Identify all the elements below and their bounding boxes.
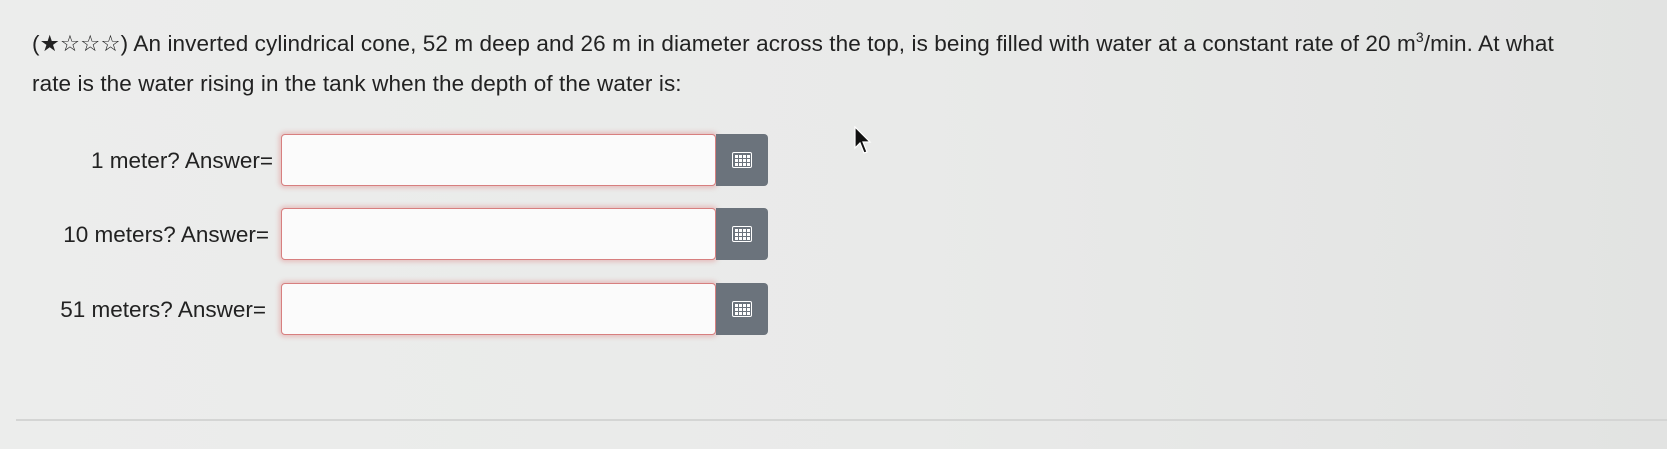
answer-label: 51 meters? Answer= — [60, 297, 266, 322]
answer-label: 10 meters? Answer= — [63, 222, 269, 247]
answer-input-2[interactable] — [282, 209, 715, 259]
keypad-grid-icon — [732, 226, 752, 242]
math-keypad-button[interactable] — [716, 134, 768, 186]
answer-row-1: 1 meter? Answer= — [0, 133, 780, 189]
answer-field-container — [281, 283, 716, 335]
answer-input-3[interactable] — [282, 284, 715, 334]
difficulty-stars: (★☆☆☆) — [32, 31, 129, 56]
math-keypad-button[interactable] — [716, 283, 768, 335]
answer-row-2: 10 meters? Answer= — [0, 207, 780, 263]
answer-input-1[interactable] — [282, 135, 715, 185]
answer-label: 1 meter? Answer= — [91, 148, 273, 173]
answer-field-container — [281, 208, 716, 260]
question-text: (★☆☆☆) An inverted cylindrical cone, 52 … — [32, 24, 1592, 104]
math-keypad-button[interactable] — [716, 208, 768, 260]
mouse-pointer-icon — [854, 126, 872, 154]
question-body: An inverted cylindrical cone, 52 m deep … — [128, 31, 1416, 56]
answer-field-container — [281, 134, 716, 186]
answer-row-3: 51 meters? Answer= — [0, 282, 780, 338]
unit-exponent: 3 — [1415, 29, 1424, 45]
keypad-grid-icon — [732, 152, 752, 168]
keypad-grid-icon — [732, 301, 752, 317]
